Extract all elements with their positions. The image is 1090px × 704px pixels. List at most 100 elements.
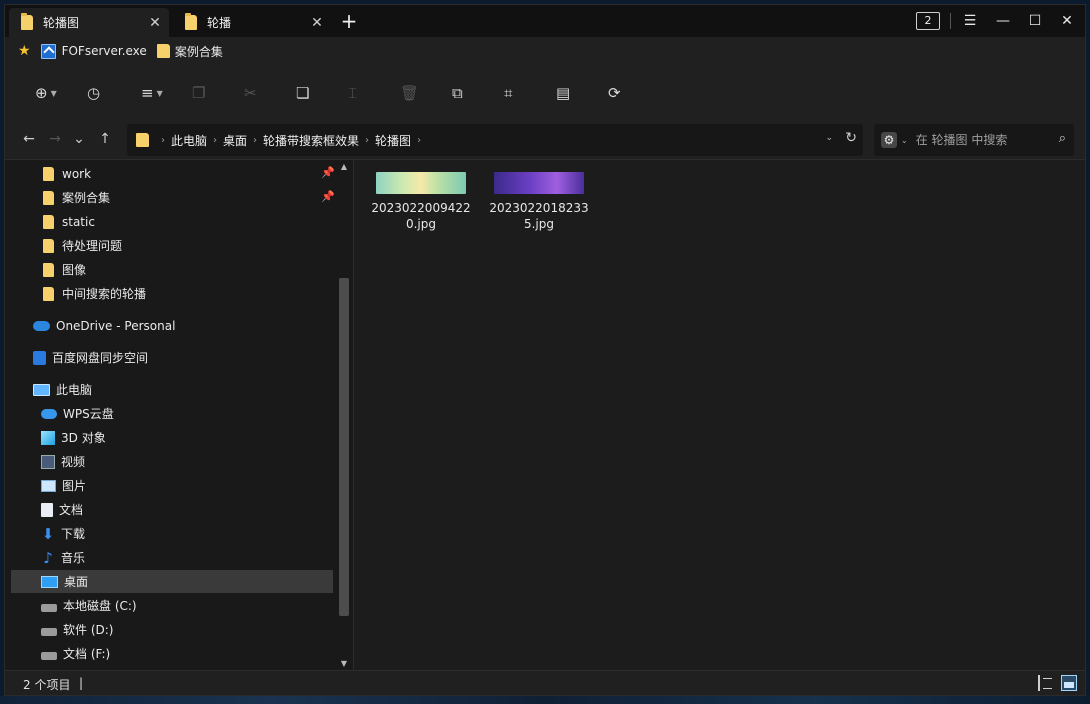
menu-icon[interactable]: ☰ bbox=[960, 11, 980, 31]
chevron-right-icon[interactable]: › bbox=[417, 135, 421, 146]
gear-icon[interactable]: ⚙ bbox=[881, 132, 897, 148]
minimize-button[interactable]: — bbox=[993, 11, 1013, 31]
copy-button[interactable]: ❐ bbox=[192, 81, 205, 105]
documents-icon bbox=[41, 502, 53, 517]
sidebar-item-documents[interactable]: 文档 bbox=[41, 498, 335, 521]
status-bar: 2 个项目 | bbox=[5, 670, 1085, 695]
scroll-up-icon[interactable]: ▲ bbox=[337, 162, 351, 171]
tab-count-button[interactable]: 2 bbox=[916, 12, 940, 30]
maximize-button[interactable]: ☐ bbox=[1025, 11, 1045, 31]
sidebar-item-baidu[interactable]: 百度网盘同步空间 bbox=[33, 346, 335, 369]
crop-button[interactable]: ⌗ bbox=[504, 81, 512, 105]
sidebar-item-label: WPS云盘 bbox=[63, 407, 114, 421]
recent-locations-button[interactable]: ⌄ bbox=[69, 131, 89, 149]
sidebar-item-drive-d[interactable]: 软件 (D:) bbox=[41, 618, 335, 641]
sidebar-item-label: work bbox=[62, 166, 92, 181]
star-icon[interactable]: ★ bbox=[18, 43, 31, 59]
sidebar-item-label: 百度网盘同步空间 bbox=[52, 351, 149, 365]
sidebar-item-work[interactable]: work 📌 bbox=[43, 162, 335, 185]
recent-button[interactable]: ◷ bbox=[87, 81, 100, 105]
file-name: 20230220094220.jpg bbox=[371, 201, 471, 231]
sidebar-item-label: static bbox=[62, 214, 95, 229]
drive-icon bbox=[41, 651, 57, 660]
address-bar[interactable]: › 此电脑 › 桌面 › 轮播带搜索框效果 › 轮播图 › ⌄ ↻ bbox=[127, 124, 863, 156]
sidebar-item-static[interactable]: static bbox=[43, 210, 335, 233]
file-item[interactable]: 20230220182335.jpg bbox=[484, 168, 594, 232]
sidebar-item-pictures[interactable]: 图片 bbox=[41, 474, 335, 497]
sidebar-item-label: 桌面 bbox=[64, 575, 89, 589]
back-button[interactable]: ← bbox=[19, 131, 39, 149]
cut-button[interactable]: ✂ bbox=[244, 81, 257, 105]
sidebar-item-this-pc[interactable]: 此电脑 bbox=[33, 378, 335, 401]
breadcrumb-project[interactable]: 轮播带搜索框效果 bbox=[263, 132, 359, 149]
sidebar-item-wps-cloud[interactable]: WPS云盘 bbox=[41, 402, 335, 425]
sidebar-scrollbar[interactable]: ▲ ▼ bbox=[337, 160, 351, 670]
pin-icon[interactable]: 📌 bbox=[321, 166, 335, 179]
folder-icon bbox=[43, 190, 54, 205]
paste-button[interactable]: ❏ bbox=[296, 81, 309, 105]
rename-button[interactable]: ⌶ bbox=[348, 81, 357, 105]
address-history-icon[interactable]: ⌄ bbox=[825, 133, 833, 143]
chevron-right-icon[interactable]: › bbox=[213, 135, 217, 146]
scroll-thumb[interactable] bbox=[339, 278, 349, 616]
bookmark-fofserver[interactable]: FOFserver.exe bbox=[40, 43, 147, 59]
sidebar-item-label: 中间搜索的轮播 bbox=[62, 287, 147, 301]
tab-lunbotu[interactable]: 轮播图 ✕ bbox=[9, 8, 169, 37]
tab-lunbo[interactable]: 轮播 ✕ bbox=[173, 8, 331, 37]
file-list: 20230220094220.jpg 20230220182335.jpg bbox=[354, 160, 1085, 670]
delete-button[interactable]: 🗑 bbox=[400, 81, 419, 105]
sidebar-item-drive-c[interactable]: 本地磁盘 (C:) bbox=[41, 594, 335, 617]
file-item[interactable]: 20230220094220.jpg bbox=[366, 168, 476, 232]
new-window-button[interactable]: ⧉ bbox=[452, 81, 463, 105]
sidebar-item-3d-objects[interactable]: 3D 对象 bbox=[41, 426, 335, 449]
chevron-down-icon[interactable]: ⌄ bbox=[901, 136, 908, 145]
large-icons-view-icon[interactable] bbox=[1061, 675, 1077, 691]
sidebar-item-images[interactable]: 图像 bbox=[43, 258, 335, 281]
bookmark-label: 案例合集 bbox=[174, 44, 223, 59]
sidebar-item-desktop[interactable]: 桌面 bbox=[11, 570, 333, 593]
breadcrumb-this-pc[interactable]: 此电脑 bbox=[171, 132, 207, 149]
up-button[interactable]: ↑ bbox=[95, 131, 115, 149]
sidebar-item-case-collection[interactable]: 案例合集 📌 bbox=[43, 186, 335, 209]
new-tab-button[interactable]: + bbox=[337, 10, 361, 34]
wps-cloud-icon bbox=[41, 408, 57, 419]
scroll-down-icon[interactable]: ▼ bbox=[337, 659, 351, 668]
sidebar-item-label: 文档 bbox=[59, 503, 84, 517]
3d-objects-icon bbox=[41, 430, 55, 445]
search-input[interactable] bbox=[915, 133, 1036, 147]
view-menu-button[interactable]: ≡ ▼ bbox=[141, 81, 163, 105]
close-tab-icon[interactable]: ✕ bbox=[147, 15, 163, 31]
sidebar-item-drive-f[interactable]: 文档 (F:) bbox=[41, 642, 335, 665]
exe-icon bbox=[40, 43, 56, 59]
sidebar-item-downloads[interactable]: ⬇ 下载 bbox=[41, 522, 335, 545]
properties-button[interactable]: ▤ bbox=[556, 81, 570, 105]
refresh-icon[interactable]: ↻ bbox=[845, 130, 857, 146]
sync-icon: ⟳ bbox=[608, 84, 621, 102]
bookmark-case-collection[interactable]: 案例合集 bbox=[156, 43, 223, 60]
search-icon[interactable]: ⌕ bbox=[1059, 131, 1066, 146]
new-button[interactable]: ⊕ ▼ bbox=[35, 81, 57, 105]
sidebar-item-music[interactable]: ♪ 音乐 bbox=[41, 546, 335, 569]
sidebar-item-label: 音乐 bbox=[61, 551, 86, 565]
folder-icon bbox=[43, 262, 54, 277]
breadcrumb-desktop[interactable]: 桌面 bbox=[223, 132, 247, 149]
sidebar-item-pending[interactable]: 待处理问题 bbox=[43, 234, 335, 257]
details-view-icon[interactable] bbox=[1038, 675, 1054, 691]
desktop-icon bbox=[41, 575, 58, 588]
forward-button[interactable]: → bbox=[45, 131, 65, 149]
sidebar-item-onedrive[interactable]: OneDrive - Personal bbox=[33, 314, 335, 337]
sidebar-item-videos[interactable]: 视频 bbox=[41, 450, 335, 473]
pin-icon[interactable]: 📌 bbox=[321, 190, 335, 203]
close-window-button[interactable]: ✕ bbox=[1057, 11, 1077, 31]
close-tab-icon[interactable]: ✕ bbox=[309, 15, 325, 31]
sidebar-item-middle-search[interactable]: 中间搜索的轮播 bbox=[43, 282, 335, 305]
breadcrumb-current[interactable]: 轮播图 bbox=[375, 132, 411, 149]
folder-icon bbox=[185, 13, 197, 30]
drive-icon bbox=[41, 603, 57, 612]
computer-icon bbox=[33, 383, 50, 396]
chevron-right-icon[interactable]: › bbox=[253, 135, 257, 146]
sync-button[interactable]: ⟳ bbox=[608, 81, 621, 105]
rename-icon: ⌶ bbox=[348, 84, 358, 102]
chevron-right-icon[interactable]: › bbox=[365, 135, 369, 146]
baidu-netdisk-icon bbox=[33, 350, 46, 365]
